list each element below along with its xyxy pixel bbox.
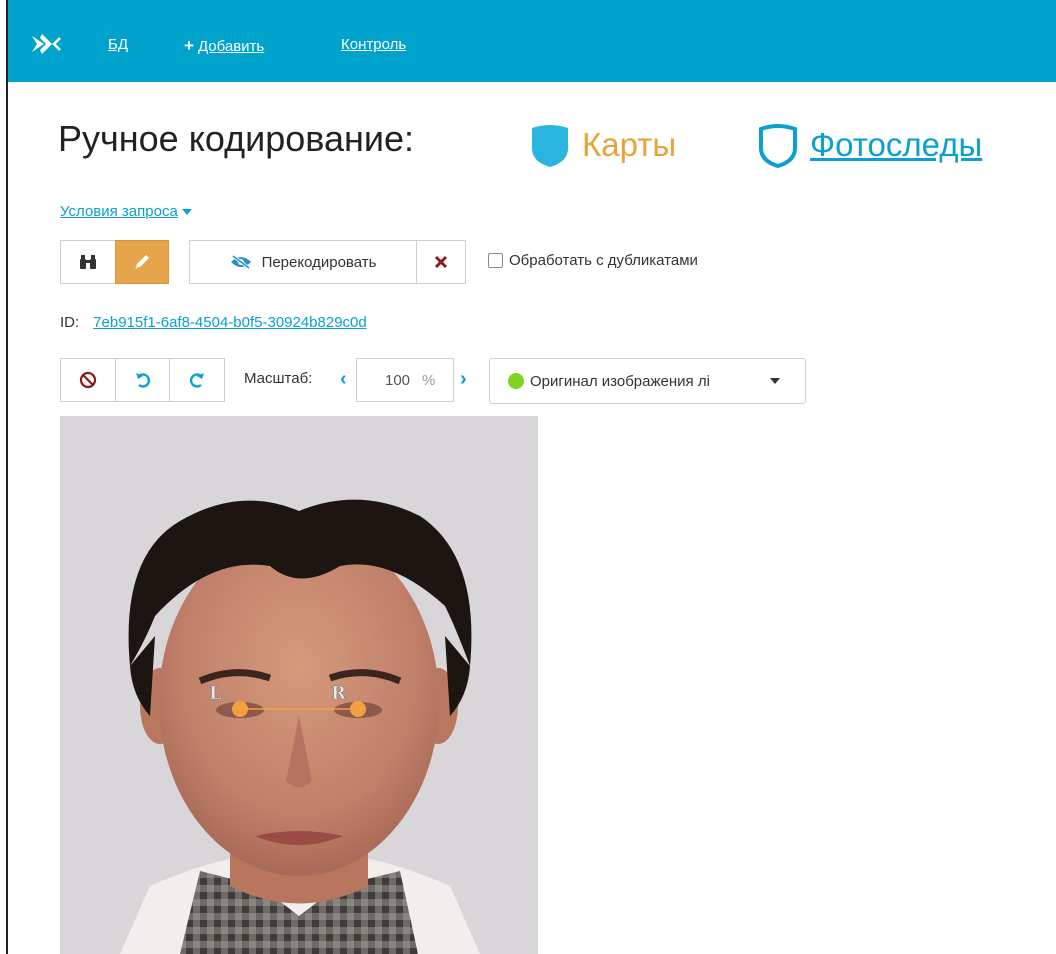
pencil-icon [135,255,149,269]
image-source-value: Оригинал изображения лі [530,372,710,390]
photo-shield-icon [759,124,797,168]
query-conditions-toggle[interactable]: Условия запроса [60,203,192,220]
top-nav-bar: БД + Добавить Контроль [8,0,1056,82]
chevron-left-icon[interactable]: ‹ [340,368,347,391]
right-eye-marker[interactable] [350,701,366,717]
scale-value: 100 [385,371,411,389]
close-icon [434,255,448,269]
rotate-right-button[interactable] [169,358,225,402]
scale-label: Масштаб: [244,370,313,387]
left-eye-marker[interactable] [232,701,248,717]
record-id-link[interactable]: 7eb915f1-6af8-4504-b0f5-30924b829c0d [93,314,367,331]
maps-mode[interactable]: Карты [528,122,676,168]
search-mode-button[interactable] [60,240,116,284]
image-source-select[interactable]: Оригинал изображения лі [489,358,806,404]
scale-unit: % [422,371,436,389]
redo-icon [189,373,204,388]
maps-shield-icon [532,125,568,167]
eye-slash-icon [230,254,251,270]
record-id-row: ID: 7eb915f1-6af8-4504-b0f5-30924b829c0d [60,314,367,331]
face-photo[interactable]: L R [60,416,538,954]
caret-down-icon [181,209,192,216]
chevron-right-icon[interactable]: › [460,368,467,391]
record-id-label: ID: [60,314,80,331]
left-eye-label: L [209,683,222,704]
recode-button[interactable]: Перекодировать [189,240,417,284]
photo-traces-link[interactable]: Фотоследы [756,122,982,168]
duplicates-checkbox[interactable] [488,253,503,268]
nav-link-add-label: Добавить [197,38,265,55]
right-eye-label: R [331,683,347,704]
photo-traces-label: Фотоследы [810,126,983,163]
page-title: Ручное кодирование: [58,118,414,159]
duplicates-label: Обработать с дубликатами [509,252,698,269]
logo-icon[interactable] [30,30,70,58]
ban-icon [79,371,97,389]
caret-down-icon [770,378,780,384]
nav-link-add[interactable]: + Добавить [184,36,264,56]
cancel-button[interactable] [416,240,466,284]
scale-input[interactable]: 100 % [356,358,454,402]
query-conditions-label: Условия запроса [60,203,178,220]
edit-mode-button[interactable] [115,240,169,284]
rotate-left-button[interactable] [115,358,170,402]
recode-label: Перекодировать [261,253,377,271]
reset-button[interactable] [60,358,116,402]
window-edge [0,0,8,954]
nav-link-control[interactable]: Контроль [341,36,406,53]
status-dot [508,373,524,389]
undo-icon [135,373,150,388]
nav-link-db[interactable]: БД [108,36,128,53]
maps-label: Карты [582,126,677,163]
duplicates-option[interactable]: Обработать с дубликатами [488,252,698,269]
face-image: L R [60,416,538,954]
binoculars-icon [80,255,96,269]
plus-icon: + [184,36,194,55]
